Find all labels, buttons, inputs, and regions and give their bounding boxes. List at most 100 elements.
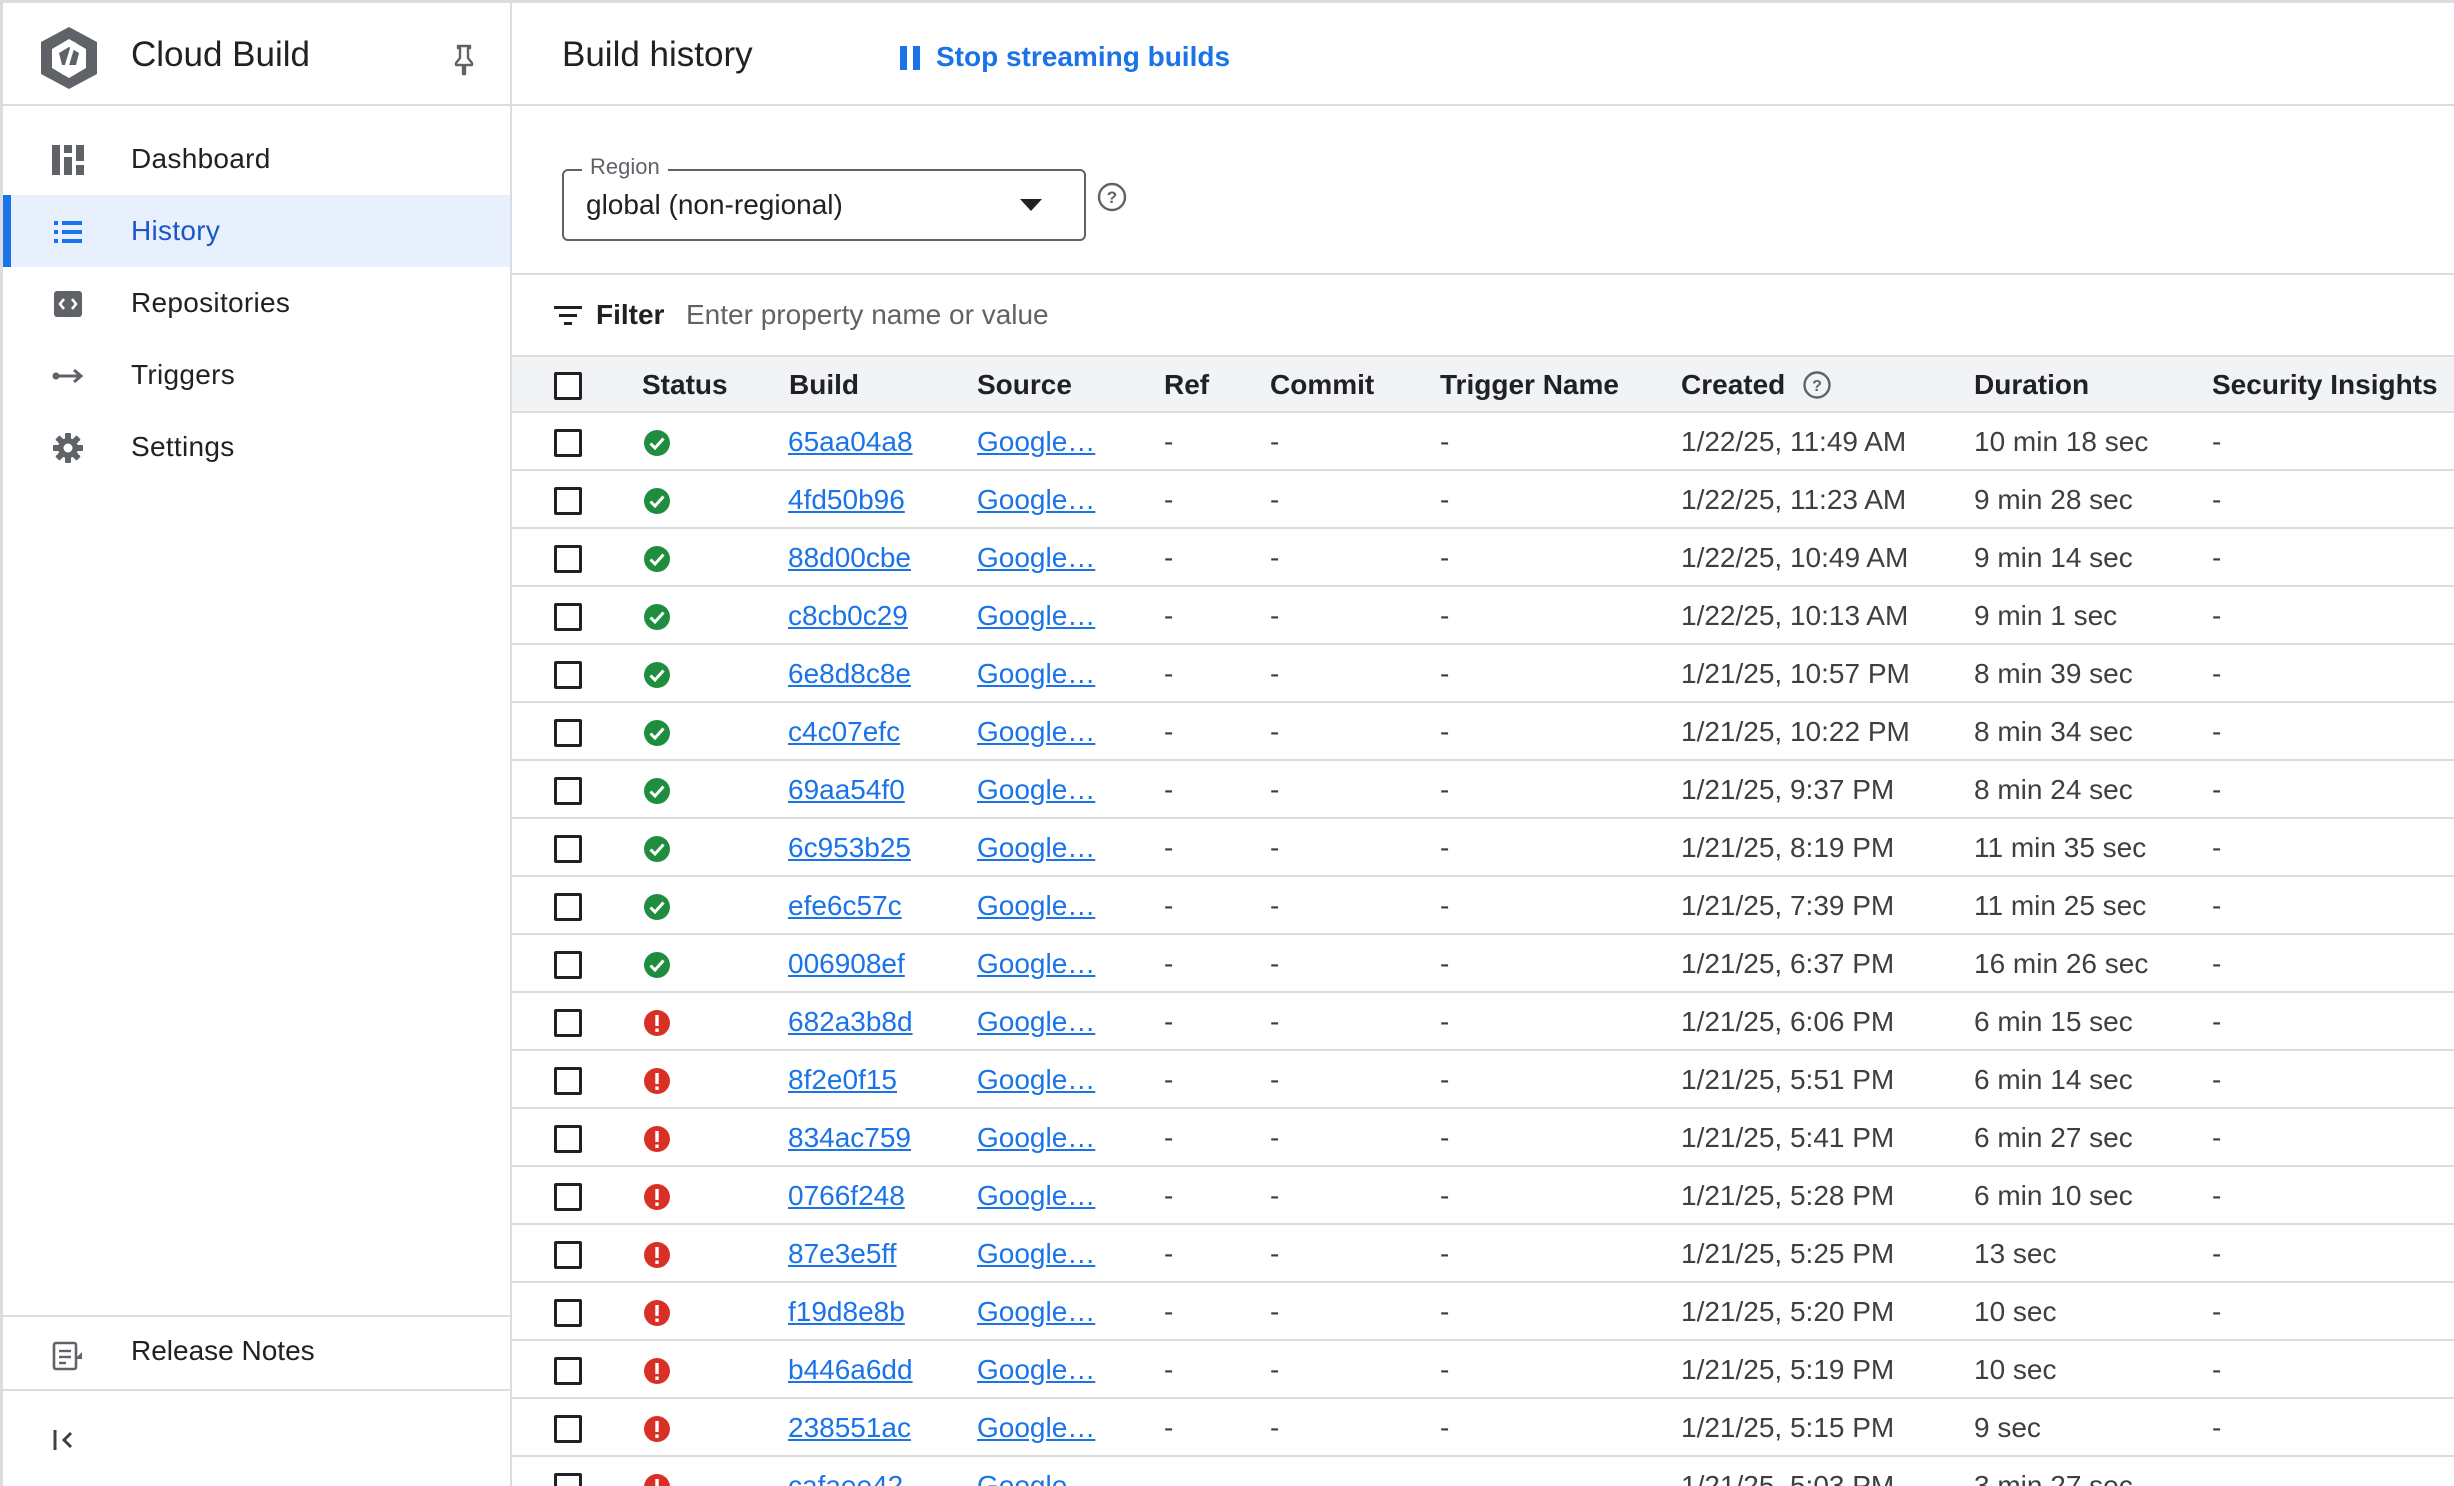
row-checkbox[interactable] bbox=[554, 1473, 582, 1486]
row-checkbox[interactable] bbox=[554, 487, 582, 515]
help-icon[interactable]: ? bbox=[1096, 181, 1128, 213]
select-all-checkbox[interactable] bbox=[554, 372, 582, 400]
row-checkbox[interactable] bbox=[554, 1415, 582, 1443]
row-checkbox[interactable] bbox=[554, 1299, 582, 1327]
column-header-build[interactable]: Build bbox=[789, 369, 859, 401]
source-link[interactable]: Google… bbox=[977, 1470, 1097, 1486]
table-row[interactable]: 6c953b25 Google… - - - 1/21/25, 8:19 PM 11 min… bbox=[512, 819, 2454, 877]
build-id-link[interactable]: c8cb0c29 bbox=[788, 600, 908, 632]
build-id-link[interactable]: 87e3e5ff bbox=[788, 1238, 897, 1270]
sidebar-item-settings[interactable]: Settings bbox=[3, 411, 510, 483]
row-checkbox[interactable] bbox=[554, 1183, 582, 1211]
build-id-link[interactable]: 682a3b8d bbox=[788, 1006, 913, 1038]
pin-icon[interactable] bbox=[449, 43, 479, 77]
region-select[interactable]: Region global (non-regional) bbox=[562, 154, 1086, 241]
row-checkbox[interactable] bbox=[554, 1067, 582, 1095]
column-header-status[interactable]: Status bbox=[642, 369, 728, 401]
table-row[interactable]: cafaee42 Google… - - - 1/21/25, 5:03 PM 3 min … bbox=[512, 1457, 2454, 1486]
table-row[interactable]: c4c07efc Google… - - - 1/21/25, 10:22 PM 8 min… bbox=[512, 703, 2454, 761]
build-id-link[interactable]: 69aa54f0 bbox=[788, 774, 905, 806]
table-row[interactable]: 87e3e5ff Google… - - - 1/21/25, 5:25 PM 13 sec… bbox=[512, 1225, 2454, 1283]
sidebar-item-repositories[interactable]: Repositories bbox=[3, 267, 510, 339]
build-id-link[interactable]: 88d00cbe bbox=[788, 542, 911, 574]
help-icon[interactable]: ? bbox=[1802, 370, 1832, 400]
source-link[interactable]: Google… bbox=[977, 832, 1097, 864]
source-link[interactable]: Google… bbox=[977, 948, 1097, 980]
row-checkbox[interactable] bbox=[554, 545, 582, 573]
release-notes-link[interactable]: Release Notes bbox=[3, 1319, 510, 1391]
row-checkbox[interactable] bbox=[554, 777, 582, 805]
column-header-trigger-name[interactable]: Trigger Name bbox=[1440, 369, 1619, 401]
table-row[interactable]: 682a3b8d Google… - - - 1/21/25, 6:06 PM 6 min … bbox=[512, 993, 2454, 1051]
column-header-created[interactable]: Created bbox=[1681, 369, 1785, 401]
build-id-link[interactable]: c4c07efc bbox=[788, 716, 900, 748]
build-id-link[interactable]: 6c953b25 bbox=[788, 832, 911, 864]
source-link[interactable]: Google… bbox=[977, 1354, 1097, 1386]
error-icon bbox=[644, 1010, 670, 1036]
source-link[interactable]: Google… bbox=[977, 716, 1097, 748]
source-link[interactable]: Google… bbox=[977, 1180, 1097, 1212]
source-link[interactable]: Google… bbox=[977, 1122, 1097, 1154]
source-link[interactable]: Google… bbox=[977, 1238, 1097, 1270]
collapse-sidebar-icon[interactable] bbox=[51, 1425, 85, 1455]
row-checkbox[interactable] bbox=[554, 429, 582, 457]
row-checkbox[interactable] bbox=[554, 1009, 582, 1037]
build-id-link[interactable]: 4fd50b96 bbox=[788, 484, 905, 516]
filter-input[interactable] bbox=[686, 293, 1586, 337]
build-id-link[interactable]: 0766f248 bbox=[788, 1180, 905, 1212]
column-header-security-insights[interactable]: Security Insights bbox=[2212, 369, 2438, 401]
build-id-link[interactable]: 238551ac bbox=[788, 1412, 911, 1444]
row-checkbox[interactable] bbox=[554, 1125, 582, 1153]
source-link[interactable]: Google… bbox=[977, 1064, 1097, 1096]
table-row[interactable]: 6e8d8c8e Google… - - - 1/21/25, 10:57 PM 8 min… bbox=[512, 645, 2454, 703]
source-link[interactable]: Google… bbox=[977, 1006, 1097, 1038]
row-checkbox[interactable] bbox=[554, 661, 582, 689]
build-id-link[interactable]: f19d8e8b bbox=[788, 1296, 905, 1328]
table-row[interactable]: c8cb0c29 Google… - - - 1/22/25, 10:13 AM 9 min… bbox=[512, 587, 2454, 645]
build-id-link[interactable]: 65aa04a8 bbox=[788, 426, 913, 458]
build-id-link[interactable]: 6e8d8c8e bbox=[788, 658, 911, 690]
column-header-commit[interactable]: Commit bbox=[1270, 369, 1374, 401]
row-checkbox[interactable] bbox=[554, 1241, 582, 1269]
row-checkbox[interactable] bbox=[554, 1357, 582, 1385]
row-checkbox[interactable] bbox=[554, 603, 582, 631]
table-row[interactable]: f19d8e8b Google… - - - 1/21/25, 5:20 PM 10 sec… bbox=[512, 1283, 2454, 1341]
table-row[interactable]: 8f2e0f15 Google… - - - 1/21/25, 5:51 PM 6 min … bbox=[512, 1051, 2454, 1109]
table-row[interactable]: 4fd50b96 Google… - - - 1/22/25, 11:23 AM 9 min… bbox=[512, 471, 2454, 529]
table-row[interactable]: 69aa54f0 Google… - - - 1/21/25, 9:37 PM 8 min … bbox=[512, 761, 2454, 819]
row-checkbox[interactable] bbox=[554, 951, 582, 979]
column-header-ref[interactable]: Ref bbox=[1164, 369, 1209, 401]
build-id-link[interactable]: 8f2e0f15 bbox=[788, 1064, 897, 1096]
source-link[interactable]: Google… bbox=[977, 1296, 1097, 1328]
repository-icon bbox=[54, 291, 82, 317]
table-row[interactable]: 88d00cbe Google… - - - 1/22/25, 10:49 AM 9 min… bbox=[512, 529, 2454, 587]
table-row[interactable]: efe6c57c Google… - - - 1/21/25, 7:39 PM 11 min… bbox=[512, 877, 2454, 935]
source-link[interactable]: Google… bbox=[977, 542, 1097, 574]
sidebar-item-history[interactable]: History bbox=[3, 195, 510, 267]
build-id-link[interactable]: 834ac759 bbox=[788, 1122, 911, 1154]
table-row[interactable]: 006908ef Google… - - - 1/21/25, 6:37 PM 16 min… bbox=[512, 935, 2454, 993]
build-id-link[interactable]: 006908ef bbox=[788, 948, 905, 980]
row-checkbox[interactable] bbox=[554, 719, 582, 747]
source-link[interactable]: Google… bbox=[977, 484, 1097, 516]
source-link[interactable]: Google… bbox=[977, 890, 1097, 922]
build-id-link[interactable]: b446a6dd bbox=[788, 1354, 913, 1386]
table-row[interactable]: 834ac759 Google… - - - 1/21/25, 5:41 PM 6 min … bbox=[512, 1109, 2454, 1167]
source-link[interactable]: Google… bbox=[977, 774, 1097, 806]
sidebar-item-dashboard[interactable]: Dashboard bbox=[3, 123, 510, 195]
column-header-source[interactable]: Source bbox=[977, 369, 1072, 401]
table-row[interactable]: 0766f248 Google… - - - 1/21/25, 5:28 PM 6 min … bbox=[512, 1167, 2454, 1225]
row-checkbox[interactable] bbox=[554, 893, 582, 921]
table-row[interactable]: b446a6dd Google… - - - 1/21/25, 5:19 PM 10 sec… bbox=[512, 1341, 2454, 1399]
column-header-duration[interactable]: Duration bbox=[1974, 369, 2089, 401]
source-link[interactable]: Google… bbox=[977, 1412, 1097, 1444]
row-checkbox[interactable] bbox=[554, 835, 582, 863]
table-row[interactable]: 238551ac Google… - - - 1/21/25, 5:15 PM 9 sec - bbox=[512, 1399, 2454, 1457]
source-link[interactable]: Google… bbox=[977, 658, 1097, 690]
build-id-link[interactable]: cafaee42 bbox=[788, 1470, 903, 1486]
source-link[interactable]: Google… bbox=[977, 426, 1097, 458]
source-link[interactable]: Google… bbox=[977, 600, 1097, 632]
table-row[interactable]: 65aa04a8 Google… - - - 1/22/25, 11:49 AM 10 mi… bbox=[512, 413, 2454, 471]
build-id-link[interactable]: efe6c57c bbox=[788, 890, 902, 922]
sidebar-item-triggers[interactable]: Triggers bbox=[3, 339, 510, 411]
